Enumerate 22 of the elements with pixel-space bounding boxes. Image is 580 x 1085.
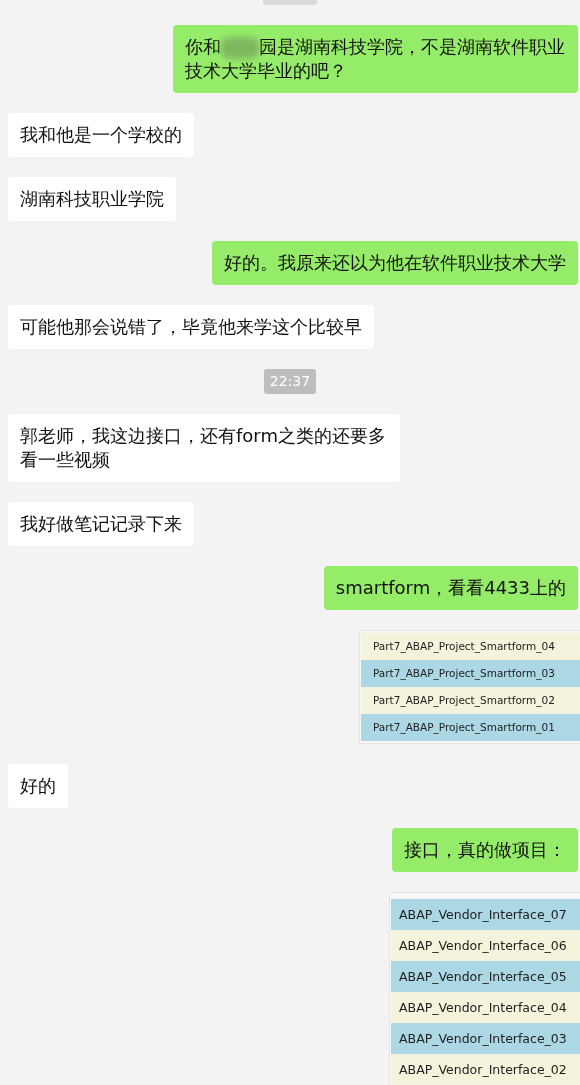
message-bubble: smartform，看看4433上的 [323, 566, 578, 610]
file-list-item: ABAP_Vendor_Interface_07 [391, 899, 580, 930]
message-bubble: 可能他那会说错了，毕竟他来学这个比较早 [8, 305, 374, 349]
message-bubble: 好的。我原来还以为他在软件职业技术大学 [212, 241, 578, 285]
message-bubble: 接口，真的做项目： [392, 828, 578, 872]
message-bubble: 郭老师，我这边接口，还有form之类的还要多看一些视频 [8, 414, 400, 482]
message-bubble: 湖南科技职业学院 [8, 177, 176, 221]
file-list-item: Part7_ABAP_Project_Smartform_01 [361, 714, 580, 741]
file-list-item: ABAP_Vendor_Interface_06 [391, 930, 580, 961]
message-bubble: 好的 [8, 764, 68, 808]
timestamp-pill [263, 0, 317, 5]
file-list-item: Part7_ABAP_Project_Smartform_03 [361, 660, 580, 687]
message-bubble: 我和他是一个学校的 [8, 113, 194, 157]
file-list-item: ABAP_Vendor_Interface_03 [391, 1023, 580, 1054]
message-bubble: 我好做笔记记录下来 [8, 502, 194, 546]
message-bubble: 你和 园是湖南科技学院，不是湖南软件职业技术大学毕业的吧？ [173, 25, 578, 93]
file-list-item: ABAP_Vendor_Interface_02 [391, 1054, 580, 1085]
file-list-item: Part7_ABAP_Project_Smartform_04 [361, 633, 580, 660]
file-list-item: Part7_ABAP_Project_Smartform_02 [361, 687, 580, 714]
file-list-item: ABAP_Vendor_Interface_05 [391, 961, 580, 992]
file-list-item: ABAP_Vendor_Interface_04 [391, 992, 580, 1023]
timestamp: 22:37 [263, 369, 317, 394]
